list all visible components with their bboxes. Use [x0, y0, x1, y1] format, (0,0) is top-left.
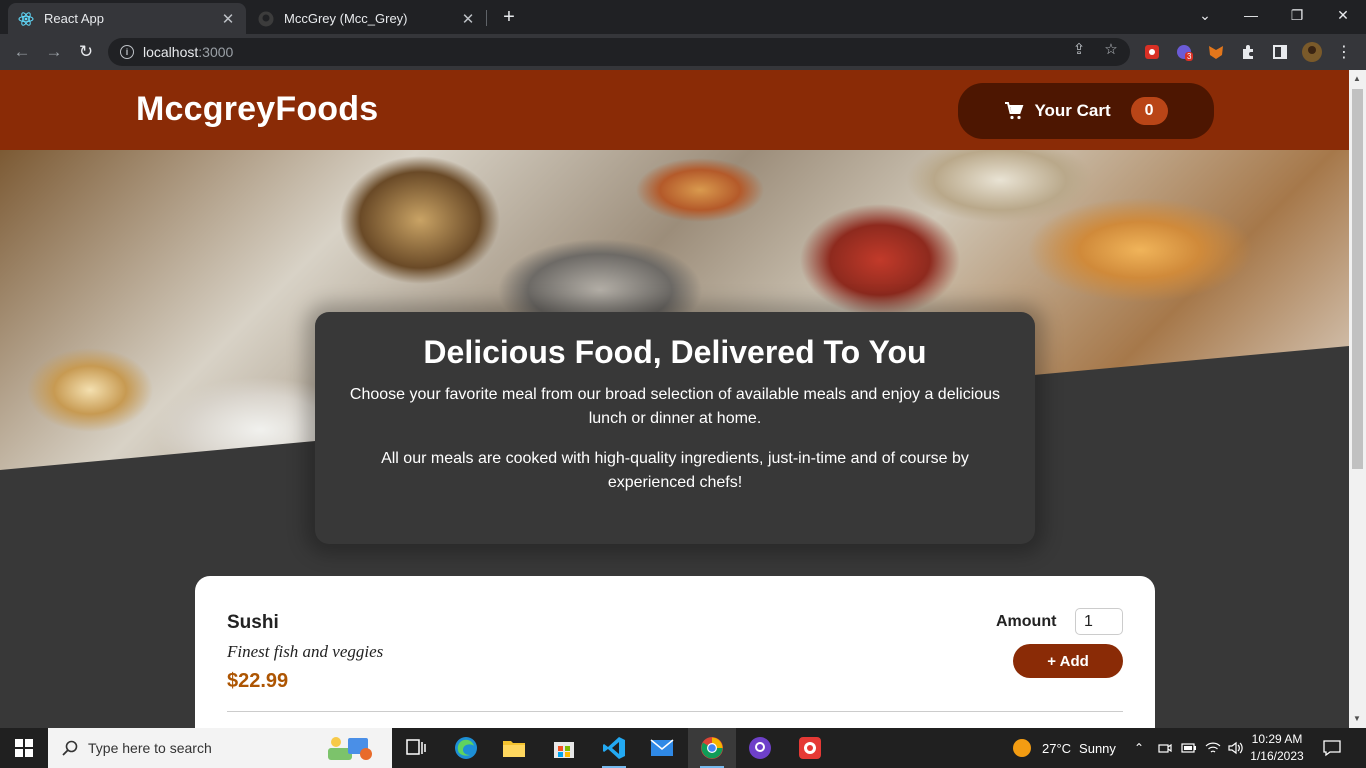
windows-start-icon[interactable]	[0, 728, 48, 768]
react-icon	[18, 11, 34, 27]
profile-avatar[interactable]	[1302, 42, 1322, 62]
extension-ladybug-icon[interactable]	[1142, 42, 1162, 62]
task-view-icon[interactable]	[392, 728, 440, 768]
forward-icon[interactable]: →	[42, 40, 66, 64]
address-bar[interactable]: i localhost:3000	[108, 38, 1130, 66]
restore-icon[interactable]: ❐	[1274, 0, 1320, 30]
available-meals-card: Sushi Finest fish and veggies $22.99 Amo…	[195, 576, 1155, 728]
tab-close-icon[interactable]: ✕	[220, 11, 236, 28]
tab-title: React App	[44, 11, 104, 26]
meal-description: Finest fish and veggies	[227, 642, 384, 661]
github-desktop-icon[interactable]	[736, 728, 784, 768]
microsoft-store-icon[interactable]	[540, 728, 588, 768]
volume-icon[interactable]	[1228, 728, 1244, 768]
battery-icon[interactable]	[1181, 728, 1197, 768]
tab-github[interactable]: MccGrey (Mcc_Grey) ✕	[248, 3, 486, 34]
amount-input[interactable]	[1075, 608, 1123, 635]
weather-condition: Sunny	[1079, 740, 1116, 756]
cart-count-badge: 0	[1130, 97, 1168, 125]
screen-recorder-icon[interactable]	[786, 728, 834, 768]
scroll-up-arrow-icon[interactable]: ▲	[1353, 74, 1361, 83]
search-placeholder: Type here to search	[88, 740, 212, 756]
new-tab-icon[interactable]: +	[498, 6, 520, 28]
app-header: MccgreyFoods Your Cart 0	[0, 70, 1349, 150]
cart-icon	[1005, 102, 1024, 120]
tab-search-chevron-icon[interactable]: ⌄	[1182, 0, 1228, 30]
close-window-icon[interactable]: ✕	[1320, 0, 1366, 30]
extension-badge: 3	[1185, 52, 1194, 61]
metamask-fox-icon[interactable]	[1206, 42, 1226, 62]
extensions-puzzle-icon[interactable]	[1238, 42, 1258, 62]
page-viewport: MccgreyFoods Your Cart 0 Delicious Food,…	[0, 70, 1349, 728]
scroll-down-arrow-icon[interactable]: ▼	[1353, 714, 1361, 723]
edge-browser-icon[interactable]	[442, 728, 490, 768]
chrome-menu-icon[interactable]: ⋮	[1334, 42, 1354, 62]
meal-price: $22.99	[227, 670, 289, 692]
summary-paragraph-2: All our meals are cooked with high-quali…	[381, 450, 969, 491]
system-clock[interactable]: 10:29 AM 1/16/2023	[1248, 731, 1306, 765]
tab-title: MccGrey (Mcc_Grey)	[284, 11, 408, 26]
scrollbar-thumb[interactable]	[1352, 89, 1363, 469]
browser-toolbar: ← → ↻ i localhost:3000 ⇪ ☆ 3 ⋮	[0, 34, 1366, 70]
browser-tab-bar: React App ✕ MccGrey (Mcc_Grey) ✕ + ⌄ — ❐…	[0, 0, 1366, 34]
meet-now-icon[interactable]	[1158, 728, 1172, 768]
summary-card: Delicious Food, Delivered To You Choose …	[315, 312, 1035, 544]
share-icon[interactable]: ⇪	[1070, 40, 1088, 58]
bookmark-star-icon[interactable]: ☆	[1102, 40, 1120, 58]
file-explorer-icon[interactable]	[490, 728, 538, 768]
wifi-icon[interactable]	[1205, 728, 1221, 768]
search-highlight-image	[328, 737, 372, 760]
side-panel-icon[interactable]	[1270, 42, 1290, 62]
search-icon	[62, 740, 78, 756]
add-to-cart-button[interactable]: + Add	[1013, 644, 1123, 678]
back-icon[interactable]: ←	[10, 40, 34, 64]
taskbar-search-box[interactable]: Type here to search	[48, 728, 392, 768]
reload-icon[interactable]: ↻	[74, 40, 98, 64]
tab-react-app[interactable]: React App ✕	[8, 3, 246, 34]
weather-widget[interactable]: 27°C Sunny	[1012, 728, 1116, 768]
extension-puzzle-colored-icon[interactable]: 3	[1174, 42, 1194, 62]
meal-name: Sushi	[227, 612, 279, 633]
url-text: localhost:3000	[143, 44, 234, 60]
minimize-icon[interactable]: —	[1228, 0, 1274, 30]
page-scrollbar[interactable]: ▲ ▼	[1349, 70, 1366, 728]
your-cart-button[interactable]: Your Cart 0	[958, 83, 1214, 139]
chrome-icon[interactable]	[688, 728, 736, 768]
tab-separator	[486, 10, 487, 26]
clock-date: 1/16/2023	[1250, 749, 1304, 763]
show-hidden-icons-chevron-icon[interactable]: ⌃	[1134, 728, 1144, 768]
tab-close-icon[interactable]: ✕	[460, 11, 476, 28]
vscode-icon[interactable]	[590, 728, 638, 768]
clock-time: 10:29 AM	[1251, 732, 1303, 746]
meal-item: Sushi Finest fish and veggies $22.99 Amo…	[227, 604, 1123, 712]
cart-label: Your Cart	[1034, 101, 1111, 120]
site-info-icon[interactable]: i	[120, 45, 134, 59]
brand-title: MccgreyFoods	[136, 90, 379, 128]
sun-icon	[1013, 739, 1031, 757]
notifications-icon[interactable]	[1322, 728, 1342, 768]
github-icon	[258, 11, 274, 27]
mail-icon[interactable]	[638, 728, 686, 768]
summary-paragraph-1: Choose your favorite meal from our broad…	[349, 386, 1001, 427]
amount-label: Amount	[996, 613, 1057, 630]
weather-temperature: 27°C	[1042, 740, 1072, 756]
windows-taskbar: Type here to search 27°C Sunny ⌃ 10:29 A…	[0, 728, 1366, 768]
summary-heading: Delicious Food, Delivered To You	[423, 334, 927, 370]
